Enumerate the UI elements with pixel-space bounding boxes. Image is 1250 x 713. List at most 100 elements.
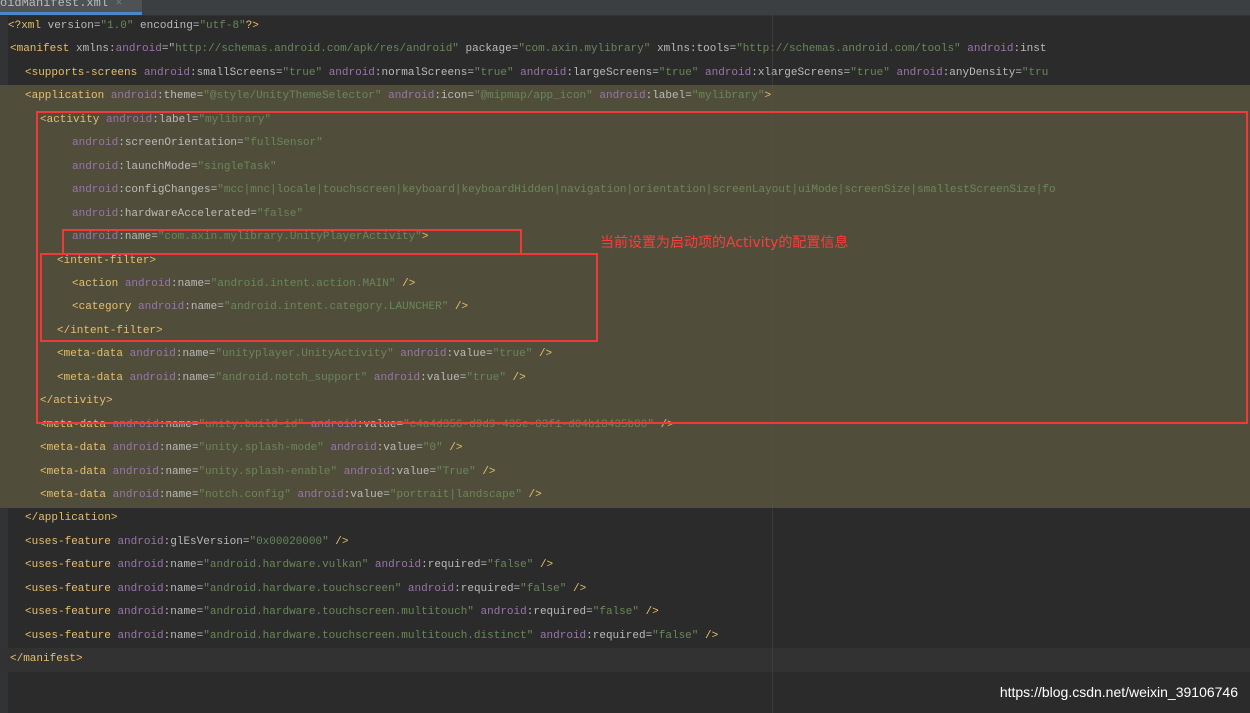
code-token-val: "tru (1021, 66, 1049, 79)
code-token-val: "http://schemas.android.com/tools" (736, 43, 961, 56)
code-line[interactable]: <meta-data android:name="unity.splash-en… (0, 460, 1250, 485)
code-token-tag: <manifest (10, 43, 70, 56)
code-token-tag: <supports-screens (25, 66, 138, 79)
annotation-text: 当前设置为启动项的Activity的配置信息 (600, 235, 849, 251)
code-token-ns: android (112, 442, 159, 455)
code-token-tag: /> (566, 582, 587, 595)
code-token-ns: android (110, 90, 158, 103)
code-token-ns: android (967, 43, 1014, 56)
code-token-val: "0x00020000" (249, 535, 329, 548)
code-token-val: "@style/UnityThemeSelector" (203, 90, 382, 103)
code-token-attr: :name= (163, 606, 204, 619)
code-token-attr: :name= (158, 465, 199, 478)
tab-android-manifest[interactable]: oidManifest.xml × (0, 0, 142, 15)
code-line[interactable]: <uses-feature android:name="android.hard… (0, 578, 1250, 602)
code-token-attr: :largeScreens= (566, 66, 659, 79)
code-token-val: "portrait|landscape" (389, 489, 522, 501)
code-token-tag: <uses-feature (25, 629, 111, 642)
code-token-tag: </manifest> (10, 653, 83, 666)
code-token-val: "unity.splash-mode" (198, 442, 324, 455)
code-token-tag: /> (475, 465, 496, 478)
code-token-attr: :smallScreens= (190, 66, 283, 79)
watermark: https://blog.csdn.net/weixin_39106746 (999, 684, 1238, 700)
code-token-attr (474, 606, 481, 618)
code-token-attr (401, 583, 408, 595)
code-token-val: http://schemas.android.com/apk/res/andro… (175, 43, 459, 56)
code-token-ns: android (117, 535, 164, 548)
code-token-tag: /> (698, 629, 719, 642)
code-token-attr: encoding= (133, 20, 200, 32)
code-line[interactable]: <uses-feature android:name="android.hard… (0, 554, 1250, 578)
code-token-attr: :icon= (434, 90, 474, 103)
code-token-attr: xmlns:tools= (650, 43, 737, 56)
code-token-val: "false" (592, 606, 639, 619)
code-line[interactable]: <uses-feature android:glEsVersion="0x000… (0, 531, 1250, 555)
code-token-attr: :required= (421, 559, 488, 572)
code-token-ns: android (896, 66, 943, 79)
code-token-val: "1.0" (100, 20, 134, 32)
code-token-val: "unity.splash-enable" (198, 465, 338, 478)
code-token-attr: version= (47, 20, 101, 32)
code-token-attr (137, 67, 144, 79)
code-token-tag: <meta-data (40, 489, 107, 501)
code-line[interactable]: <meta-data android:name="unity.splash-mo… (0, 437, 1250, 461)
code-token-ns: android (117, 629, 164, 642)
code-token-pi: <?xml (8, 20, 48, 32)
close-icon[interactable]: × (115, 0, 122, 9)
code-token-val: "true" (473, 66, 514, 79)
code-token-val: "true" (282, 66, 323, 79)
code-token-ns: android (117, 559, 164, 572)
code-token-ns: android (599, 90, 646, 103)
code-token-val: "notch.config" (198, 489, 291, 501)
code-token-attr (104, 90, 111, 102)
code-token-attr: :value= (376, 442, 423, 455)
code-token-ns: android (480, 606, 527, 619)
code-token-attr: :name= (163, 559, 204, 572)
code-token-attr (533, 630, 540, 642)
code-token-tag: <uses-feature (25, 606, 111, 619)
editor-tab-bar: oidManifest.xml × (0, 0, 1250, 16)
activity-name-highlight-box (62, 229, 522, 255)
code-token-val: "utf-8" (199, 20, 246, 32)
code-token-tag: <uses-feature (25, 559, 111, 572)
code-line[interactable]: <manifest xmlns:android="http://schemas.… (0, 38, 1250, 62)
code-line[interactable]: <supports-screens android:smallScreens="… (0, 62, 1250, 86)
code-token-attr: :theme= (157, 90, 204, 103)
code-token-attr: :value= (389, 465, 437, 478)
code-token-attr (106, 466, 113, 478)
code-token-attr: =" (161, 43, 176, 56)
code-token-ns: android (115, 43, 162, 56)
code-token-attr: xmlns: (69, 43, 116, 56)
code-line[interactable]: </application> (0, 507, 1250, 531)
code-token-tag: /> (533, 559, 554, 572)
code-token-attr: :label= (645, 90, 692, 103)
code-token-val: "false" (487, 559, 534, 572)
code-token-attr: :required= (526, 606, 593, 619)
code-token-val: "mylibrary" (691, 90, 765, 103)
code-token-attr: :name= (163, 629, 204, 642)
code-token-tag: <meta-data (40, 442, 107, 455)
code-line[interactable]: <?xml version="1.0" encoding="utf-8"?> (0, 15, 1250, 39)
code-token-val: "com.axin.mylibrary" (518, 43, 651, 56)
code-line[interactable]: <application android:theme="@style/Unity… (0, 85, 1250, 109)
code-token-val: "false" (652, 629, 699, 642)
code-line[interactable]: <uses-feature android:name="android.hard… (0, 625, 1250, 649)
code-token-ns: android (407, 582, 455, 595)
code-line[interactable]: <meta-data android:name="notch.config" a… (0, 484, 1250, 508)
code-token-ns: android (330, 442, 377, 455)
code-line[interactable]: <uses-feature android:name="android.hard… (0, 601, 1250, 625)
code-token-val: "android.hardware.touchscreen.multitouch… (203, 629, 534, 642)
code-token-attr: :required= (586, 629, 653, 642)
code-token-val: "true" (850, 66, 890, 79)
code-token-tag: <application (25, 90, 105, 103)
code-line[interactable]: </manifest> (0, 648, 1250, 672)
code-token-ns: android (117, 582, 164, 595)
code-token-attr: :glEsVersion= (163, 535, 250, 548)
code-token-tag: /> (442, 442, 463, 455)
intent-filter-highlight-box (40, 253, 598, 342)
code-token-tag: <uses-feature (25, 535, 111, 548)
code-token-attr: :normalScreens= (374, 66, 474, 79)
code-token-tag: <meta-data (40, 465, 107, 478)
code-token-attr: :name= (158, 442, 199, 455)
code-token-ns: android (297, 489, 344, 501)
